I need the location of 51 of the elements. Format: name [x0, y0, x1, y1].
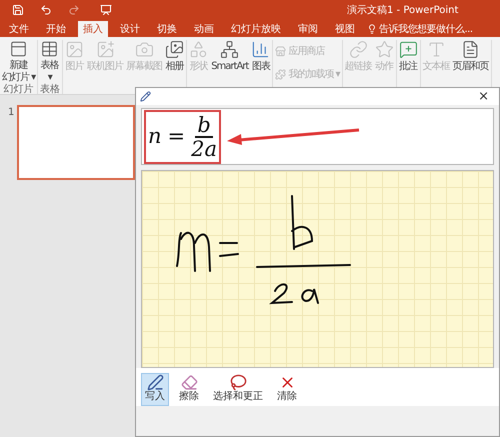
ribbon-button[interactable]: 新建 幻灯片 ▾ — [2, 40, 36, 84]
undo-icon[interactable] — [40, 4, 52, 16]
tool-button[interactable]: 清除 — [273, 373, 301, 406]
camera-icon — [134, 40, 154, 59]
tool-button[interactable]: 选择和更正 — [209, 373, 267, 406]
slide-number: 1 — [8, 106, 15, 120]
table-icon — [40, 40, 60, 58]
ribbon-tab[interactable]: 审阅 — [293, 21, 323, 37]
images-icon — [165, 40, 184, 59]
document-icon — [461, 40, 480, 59]
hierarchy-icon — [220, 40, 240, 59]
eraser-icon — [180, 374, 198, 391]
image-icon — [65, 40, 84, 59]
ribbon-tab[interactable]: 动画 — [189, 21, 219, 37]
ribbon-button[interactable]: SmartArt — [211, 40, 248, 84]
ribbon-button[interactable]: 表格 ▾ — [40, 40, 60, 84]
tell-me-field[interactable]: 告诉我您想要做什么... — [367, 21, 473, 37]
group-label: 表格 — [40, 84, 60, 94]
ribbon-button[interactable]: 相册 — [165, 40, 184, 84]
text-icon — [426, 40, 446, 59]
ribbon-tab[interactable]: 设计 — [115, 21, 145, 37]
close-button[interactable]: × — [478, 90, 489, 103]
lightbulb-icon — [367, 24, 377, 34]
ribbon-tab[interactable]: 视图 — [330, 21, 360, 37]
pencil-icon — [140, 91, 151, 102]
store-icon — [275, 46, 286, 57]
shapes-icon — [189, 40, 208, 59]
bar-chart-icon — [251, 40, 270, 59]
lasso-icon — [230, 374, 246, 391]
ribbon-button[interactable]: 图表 — [251, 40, 270, 84]
ribbon-button[interactable]: 批注 — [398, 40, 418, 84]
tool-button[interactable]: 写入 — [141, 373, 169, 406]
ribbon-tab[interactable]: 开始 — [41, 21, 71, 37]
comment-icon — [398, 40, 418, 59]
presentation-icon[interactable] — [100, 4, 112, 16]
slide-thumbnail[interactable] — [17, 105, 135, 180]
ribbon-tab[interactable]: 幻灯片放映 — [226, 21, 286, 37]
group-label: 幻灯片 — [2, 84, 35, 94]
link-icon — [348, 40, 368, 59]
slide-icon — [9, 40, 28, 58]
window-title: 演示文稿1 - PowerPoint — [347, 4, 458, 18]
tool-button[interactable]: 擦除 — [175, 373, 203, 406]
ribbon-tab[interactable]: 插入 — [78, 21, 108, 37]
save-icon[interactable] — [12, 4, 24, 16]
ribbon-tab[interactable]: 切换 — [152, 21, 182, 37]
image-plus-icon — [96, 40, 115, 59]
ribbon-tab[interactable]: 文件 — [4, 21, 34, 37]
pen-icon — [146, 374, 164, 391]
ribbon-button[interactable]: 页眉和页 — [452, 40, 489, 84]
puzzle-icon — [275, 69, 286, 80]
star-icon — [374, 40, 394, 59]
